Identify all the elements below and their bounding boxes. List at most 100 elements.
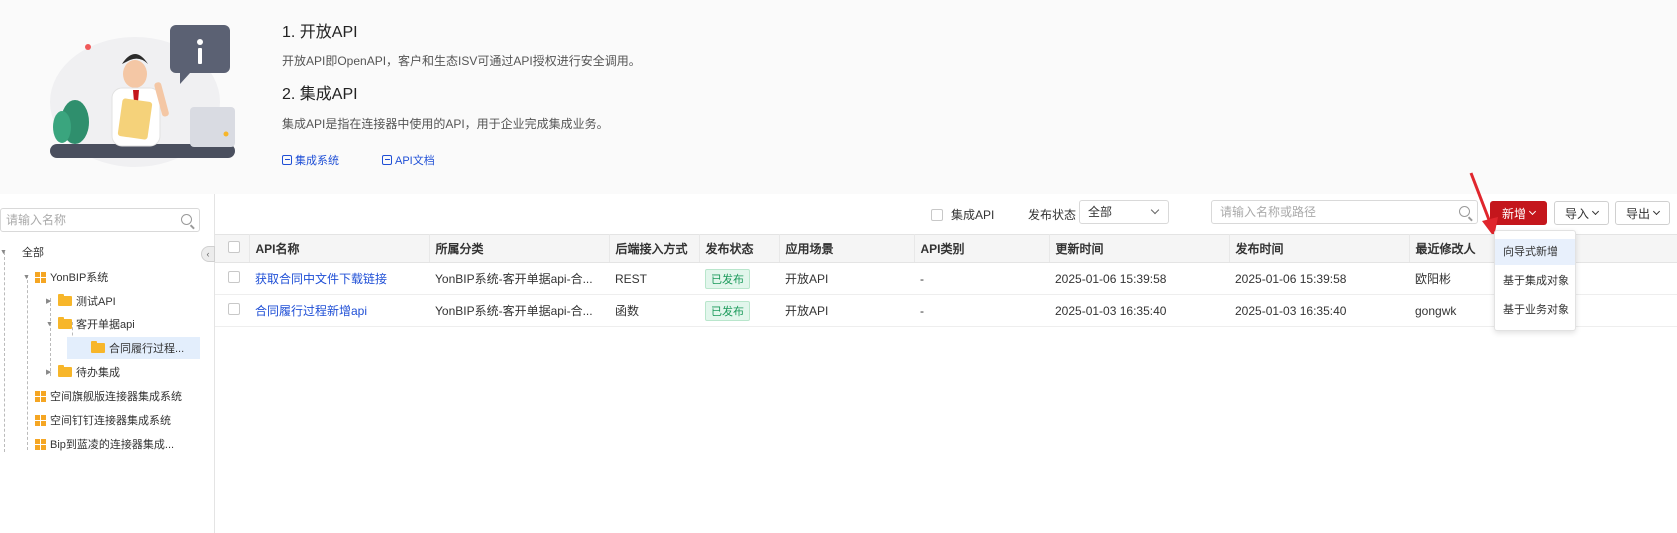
row-select-cell [215,262,249,295]
tree-node-label: 待办集成 [76,367,120,379]
status-filter-label: 发布状态 [1028,208,1077,222]
tree-node-test-api[interactable]: ▶ 测试API [46,290,116,312]
api-name-link[interactable]: 合同履行过程新增api [249,294,429,327]
chevron-down-icon [1652,207,1661,216]
search-icon[interactable] [181,214,192,225]
system-grid-icon [35,438,46,450]
expand-triangle-icon[interactable]: ▶ [46,297,54,305]
link-arrow-icon [282,155,292,165]
tree-connector [27,275,28,450]
system-grid-icon [35,414,46,426]
collapse-pane-button[interactable]: ‹ [201,246,215,262]
tree-node-label: 空间旗舰版连接器集成系统 [50,391,182,403]
import-button[interactable]: 导入 [1554,201,1609,225]
status-cell: 已发布 [699,262,779,295]
tree-node-label: 空间钉钉连接器集成系统 [50,415,171,427]
illustration [50,25,235,167]
menu-item-from-integration-object[interactable]: 基于集成对象 [1495,268,1575,294]
tree-connector [4,252,5,452]
category-tree-pane: ‹ ▼ 全部 ▼ YonBIP系统 ▶ 测试API ▼ 客开单据api 合同履行… [0,194,215,533]
new-button-label: 新增 [1501,206,1526,221]
category-cell: YonBIP系统-客开单据api-合... [429,294,609,327]
tree-node-label: 测试API [76,296,116,308]
tree-node-yonbip[interactable]: ▼ YonBIP系统 [23,266,108,288]
expand-triangle-icon[interactable]: ▶ [46,368,54,376]
expand-triangle-icon[interactable]: ▼ [23,274,31,281]
select-all-checkbox[interactable] [228,241,240,253]
integration-api-checkbox[interactable] [931,208,943,221]
column-header[interactable]: 所属分类 [429,234,610,263]
export-button-label: 导出 [1625,206,1650,221]
updated-time-cell: 2025-01-06 15:39:58 [1049,262,1229,295]
folder-icon [58,365,72,377]
column-header[interactable]: 应用场景 [779,234,915,263]
section-desc-open-api: 开放API即OpenAPI，客户和生态ISV可通过API授权进行安全调用。 [282,54,641,68]
status-select[interactable]: 全部 [1079,200,1169,224]
tree-node-space-flagship[interactable]: 空间旗舰版连接器集成系统 [35,385,182,407]
folder-icon [58,294,72,306]
integration-system-link[interactable]: 集成系统 [282,152,339,168]
tree-search-input[interactable] [1,209,171,231]
tree-node-label: YonBIP系统 [50,272,109,284]
tree-node-contract-process[interactable]: 合同履行过程... [67,337,200,359]
tree-node-todo-integration[interactable]: ▶ 待办集成 [46,361,120,383]
system-grid-icon [35,390,46,402]
system-grid-icon [35,271,46,283]
section-desc-integration-api: 集成API是指在连接器中使用的API，用于企业完成集成业务。 [282,117,609,131]
column-header[interactable]: API类别 [914,234,1050,263]
category-cell: YonBIP系统-客开单据api-合... [429,262,609,295]
published-time-cell: 2025-01-03 16:35:40 [1229,294,1409,327]
api-search-input[interactable] [1212,201,1447,223]
tree-node-label: 全部 [22,247,44,259]
tree-node-custom-docs-api[interactable]: ▼ 客开单据api [46,313,135,335]
tree-node-all[interactable]: ▼ 全部 [0,241,44,263]
tree-node-label: 合同履行过程... [109,343,185,355]
folder-icon [58,317,72,329]
section-title-integration-api: 2. 集成API [282,86,358,103]
status-select-value: 全部 [1088,205,1113,219]
api-docs-link[interactable]: API文档 [382,152,435,168]
import-button-label: 导入 [1564,206,1589,221]
link-arrow-icon [382,155,392,165]
api-search-box [1211,200,1478,224]
intro-banner: 1. 开放API 开放API即OpenAPI，客户和生态ISV可通过API授权进… [0,0,1677,194]
chevron-down-icon [1591,207,1600,216]
chevron-down-icon [1528,207,1537,216]
column-header[interactable]: 发布时间 [1229,234,1410,263]
menu-item-from-business-object[interactable]: 基于业务对象 [1495,297,1575,323]
api-table: API名称 所属分类 后端接入方式 发布状态 应用场景 API类别 更新时间 发… [215,234,1677,327]
updated-time-cell: 2025-01-03 16:35:40 [1049,294,1229,327]
column-header[interactable]: API名称 [249,234,430,263]
table-row[interactable]: 获取合同中文件下载链接 YonBIP系统-客开单据api-合... REST 已… [215,262,1677,295]
chevron-down-icon [1150,205,1160,215]
status-badge: 已发布 [705,300,750,321]
column-header[interactable]: 更新时间 [1049,234,1230,263]
section-title-open-api: 1. 开放API [282,24,358,41]
scene-cell: 开放API [779,294,914,327]
menu-item-wizard-new[interactable]: 向导式新增 [1495,239,1575,265]
published-time-cell: 2025-01-06 15:39:58 [1229,262,1409,295]
column-header[interactable]: 发布状态 [699,234,780,263]
export-button[interactable]: 导出 [1615,201,1670,225]
row-checkbox[interactable] [228,271,240,283]
select-all-header [215,234,250,263]
api-docs-link-label: API文档 [395,155,435,167]
integration-api-filter[interactable]: 集成API [931,206,994,223]
api-name-link[interactable]: 获取合同中文件下载链接 [249,262,429,295]
status-cell: 已发布 [699,294,779,327]
integration-api-filter-label: 集成API [951,208,995,222]
table-row[interactable]: 合同履行过程新增api YonBIP系统-客开单据api-合... 函数 已发布… [215,294,1677,327]
tree-search-box [0,208,200,232]
tree-node-label: Bip到蓝凌的连接器集成... [50,439,175,451]
row-select-cell [215,294,249,327]
expand-triangle-icon[interactable]: ▼ [46,321,54,328]
new-dropdown-menu: 向导式新增 基于集成对象 基于业务对象 [1494,230,1576,331]
table-header-row: API名称 所属分类 后端接入方式 发布状态 应用场景 API类别 更新时间 发… [215,234,1677,263]
folder-icon [91,341,105,353]
tree-node-space-dingtalk[interactable]: 空间钉钉连接器集成系统 [35,409,171,431]
expand-triangle-icon[interactable]: ▼ [0,249,8,256]
status-badge: 已发布 [705,268,750,289]
row-checkbox[interactable] [228,303,240,315]
tree-node-bip-landray[interactable]: Bip到蓝凌的连接器集成... [35,433,174,455]
column-header[interactable]: 后端接入方式 [609,234,700,263]
